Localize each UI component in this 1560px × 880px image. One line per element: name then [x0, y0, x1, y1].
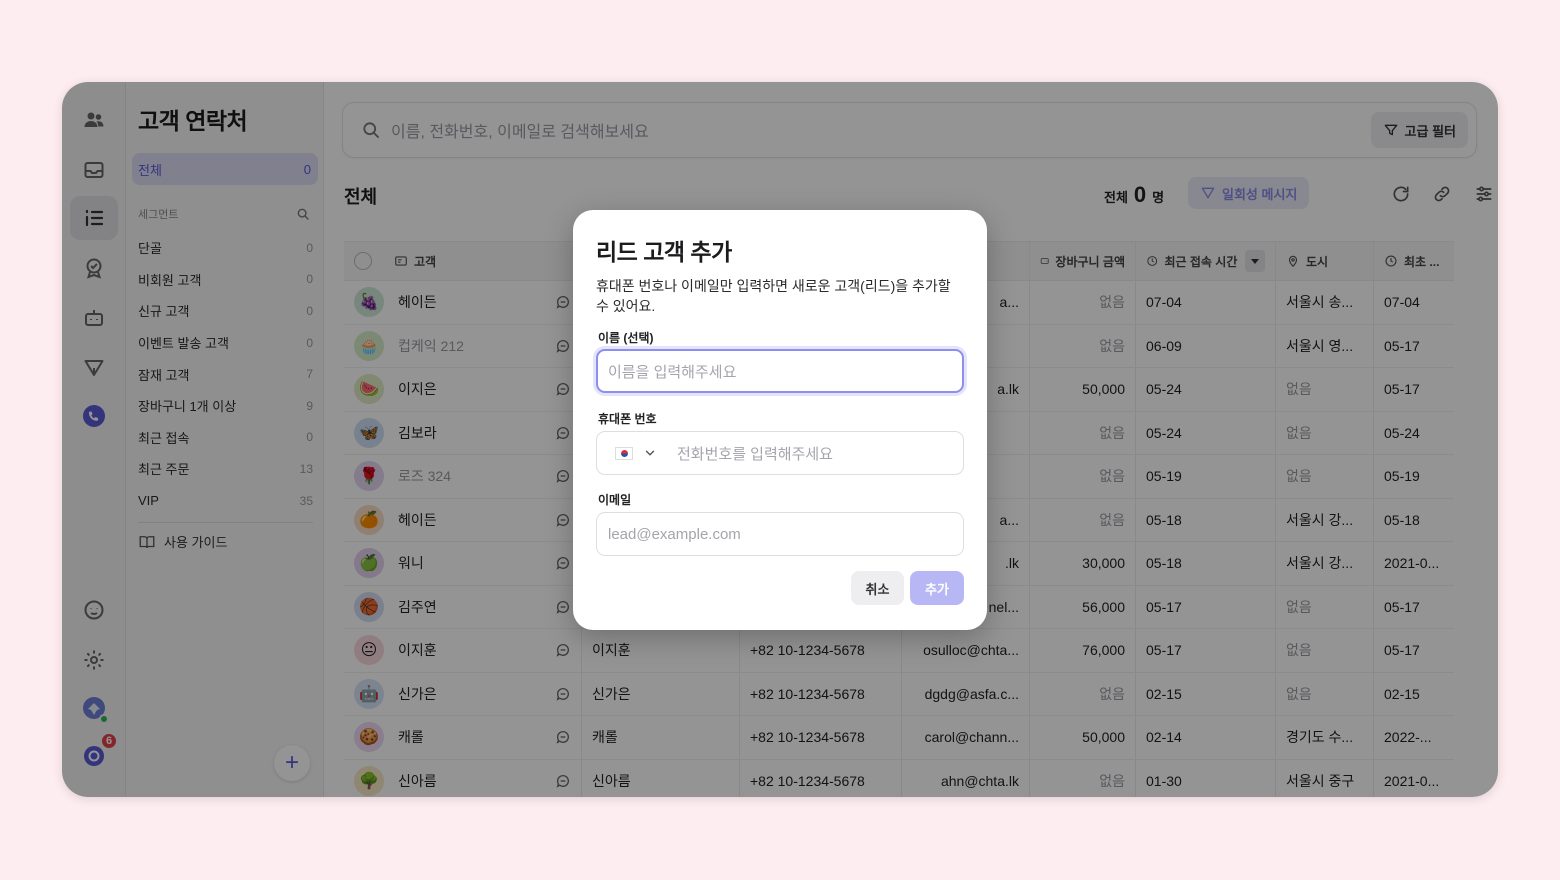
phone-input[interactable]: 전화번호를 입력해주세요: [596, 431, 964, 475]
add-lead-button[interactable]: 추가: [910, 571, 964, 605]
name-field-label: 이름 (선택): [598, 331, 654, 345]
add-lead-dialog: 리드 고객 추가 휴대폰 번호나 이메일만 입력하면 새로운 고객(리드)을 추…: [573, 210, 987, 630]
name-input[interactable]: 이름을 입력해주세요: [596, 349, 964, 393]
name-input-placeholder: 이름을 입력해주세요: [608, 363, 737, 381]
chevron-down-icon[interactable]: [643, 446, 657, 460]
email-input[interactable]: lead@example.com: [596, 512, 964, 556]
email-input-placeholder: lead@example.com: [608, 525, 741, 543]
dialog-title: 리드 고객 추가: [596, 239, 732, 265]
kr-flag-icon[interactable]: [615, 446, 633, 460]
email-field-label: 이메일: [598, 493, 632, 507]
phone-input-placeholder: 전화번호를 입력해주세요: [677, 445, 833, 463]
phone-field-label: 휴대폰 번호: [598, 412, 657, 426]
cancel-button[interactable]: 취소: [851, 571, 904, 605]
dialog-description: 휴대폰 번호나 이메일만 입력하면 새로운 고객(리드)을 추가할 수 있어요.: [596, 278, 951, 314]
